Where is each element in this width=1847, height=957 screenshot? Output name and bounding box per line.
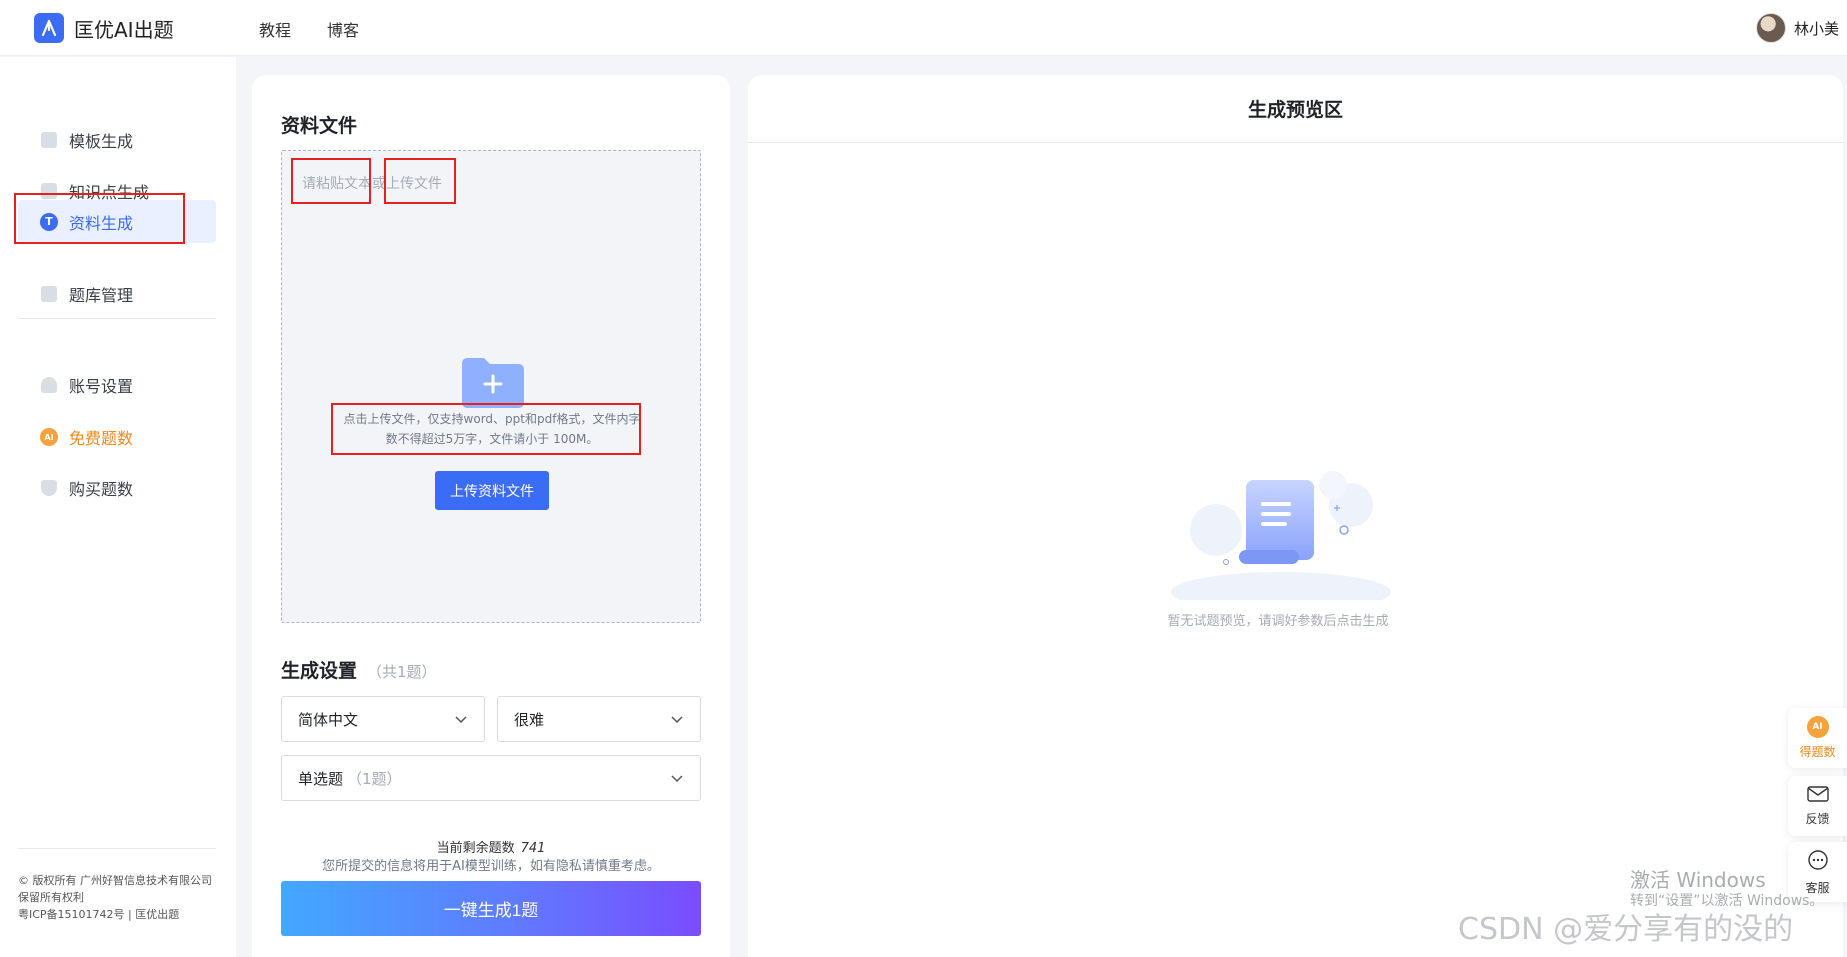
question-type-select[interactable]: 单选题 （1题） bbox=[281, 755, 701, 801]
windows-activation-title: 激活 Windows bbox=[1630, 868, 1766, 892]
remaining-value: 741 bbox=[520, 841, 546, 856]
text-icon: T bbox=[40, 212, 58, 231]
user-name[interactable]: 林小美 bbox=[1794, 18, 1839, 39]
generate-button[interactable]: 一键生成1题 bbox=[281, 881, 701, 936]
language-value: 简体中文 bbox=[298, 710, 359, 729]
settings-title: 生成设置 （共1题） bbox=[281, 656, 437, 683]
upload-tip-line-1: 点击上传文件，仅支持word、ppt和pdf格式，文件内字 bbox=[343, 412, 641, 426]
icp-record[interactable]: 粤ICP备15101742号 | 匡优出题 bbox=[18, 906, 218, 923]
top-nav: 教程 博客 bbox=[259, 17, 359, 41]
difficulty-value: 很难 bbox=[514, 710, 545, 729]
language-select[interactable]: 简体中文 bbox=[281, 696, 485, 742]
float-feedback[interactable]: 反馈 bbox=[1788, 776, 1847, 836]
user-icon bbox=[40, 376, 58, 394]
sidebar-item-label: 免费题数 bbox=[69, 429, 134, 448]
difficulty-select[interactable]: 很难 bbox=[497, 696, 701, 742]
float-feedback-label: 反馈 bbox=[1805, 811, 1830, 826]
privacy-note: 您所提交的信息将用于AI模型训练，如有隐私请慎重考虑。 bbox=[322, 859, 660, 874]
top-bar: 匡优AI出题 教程 博客 林小美 bbox=[0, 0, 1847, 56]
remaining-count: 当前剩余题数 741 bbox=[281, 837, 701, 856]
preview-panel: 生成预览区 暂无试题预览，请调好参数后点击生成 bbox=[748, 75, 1843, 957]
sidebar-item-label: 题库管理 bbox=[69, 286, 134, 305]
sidebar-divider bbox=[18, 318, 216, 319]
footer-divider bbox=[18, 848, 216, 849]
nav-blog[interactable]: 博客 bbox=[327, 17, 359, 41]
copyright: © 版权所有 广州好智信息技术有限公司 bbox=[18, 874, 212, 887]
settings-count-note: （共1题） bbox=[367, 663, 437, 681]
folder-add-icon[interactable] bbox=[460, 356, 526, 408]
ai-badge-icon: AI bbox=[1806, 716, 1829, 738]
chat-icon bbox=[1807, 849, 1829, 874]
avatar[interactable] bbox=[1755, 13, 1786, 43]
diamond-icon bbox=[40, 479, 58, 497]
nav-tutorial[interactable]: 教程 bbox=[259, 17, 291, 41]
sidebar-item-label: 模板生成 bbox=[69, 132, 134, 151]
app-logo[interactable]: 匡优AI出题 bbox=[34, 13, 174, 43]
ai-badge-icon: AI bbox=[40, 428, 58, 446]
empty-document-icon bbox=[1161, 450, 1401, 612]
edit-icon bbox=[40, 182, 58, 200]
settings-title-text: 生成设置 bbox=[281, 660, 358, 682]
question-type-count: （1题） bbox=[347, 769, 402, 788]
sidebar-item-bank[interactable]: 题库管理 bbox=[18, 273, 216, 315]
float-quota[interactable]: AI 得题数 bbox=[1788, 708, 1847, 768]
chevron-down-icon bbox=[670, 771, 684, 789]
upload-material-button[interactable]: 上传资料文件 bbox=[435, 471, 549, 510]
sidebar-item-account[interactable]: 账号设置 bbox=[18, 364, 216, 406]
sidebar: 模板生成 知识点生成 T 资料生成 题库管理 账号设置 AI 免费题数 购买题数… bbox=[0, 57, 236, 957]
sidebar-item-label: 购买题数 bbox=[69, 480, 134, 499]
sidebar-item-buy-quota[interactable]: 购买题数 bbox=[18, 467, 216, 509]
empty-preview-text: 暂无试题预览，请调好参数后点击生成 bbox=[1167, 614, 1389, 629]
upload-tip-line-2: 数不得超过5万字，文件请小于 100M。 bbox=[385, 432, 599, 446]
chevron-down-icon bbox=[454, 712, 468, 730]
material-title: 资料文件 bbox=[281, 115, 358, 137]
sidebar-item-label: 账号设置 bbox=[69, 377, 134, 396]
logo-mark-icon bbox=[34, 13, 64, 43]
chevron-down-icon bbox=[670, 712, 684, 730]
sidebar-item-material[interactable]: T 资料生成 bbox=[18, 200, 216, 243]
template-icon bbox=[40, 131, 58, 149]
upload-tip: 点击上传文件，仅支持word、ppt和pdf格式，文件内字 数不得超过5万字，文… bbox=[342, 409, 642, 449]
sidebar-item-label: 资料生成 bbox=[69, 213, 134, 233]
footer: © 版权所有 广州好智信息技术有限公司 保留所有权利 粤ICP备15101742… bbox=[18, 872, 218, 923]
float-quota-label: 得题数 bbox=[1799, 745, 1836, 759]
material-panel: 资料文件 请粘贴文本或上传文件 点击上传文件，仅支持word、ppt和pdf格式… bbox=[252, 75, 730, 957]
rights: 保留所有权利 bbox=[18, 891, 84, 904]
user-menu[interactable]: 林小美 bbox=[1755, 13, 1839, 43]
mail-icon bbox=[1806, 785, 1829, 805]
material-input-area[interactable]: 请粘贴文本或上传文件 点击上传文件，仅支持word、ppt和pdf格式，文件内字… bbox=[281, 150, 701, 623]
remaining-label: 当前剩余题数 bbox=[436, 841, 515, 856]
sidebar-item-free-quota[interactable]: AI 免费题数 bbox=[18, 416, 216, 458]
sidebar-item-template[interactable]: 模板生成 bbox=[18, 119, 216, 161]
database-icon bbox=[40, 285, 58, 303]
csdn-watermark: CSDN @爱分享有的没的 bbox=[1458, 912, 1794, 947]
question-type-value: 单选题 bbox=[298, 769, 344, 788]
preview-title: 生成预览区 bbox=[748, 75, 1843, 143]
app-name: 匡优AI出题 bbox=[74, 17, 174, 42]
text-input-placeholder[interactable]: 请粘贴文本或上传文件 bbox=[302, 173, 442, 193]
